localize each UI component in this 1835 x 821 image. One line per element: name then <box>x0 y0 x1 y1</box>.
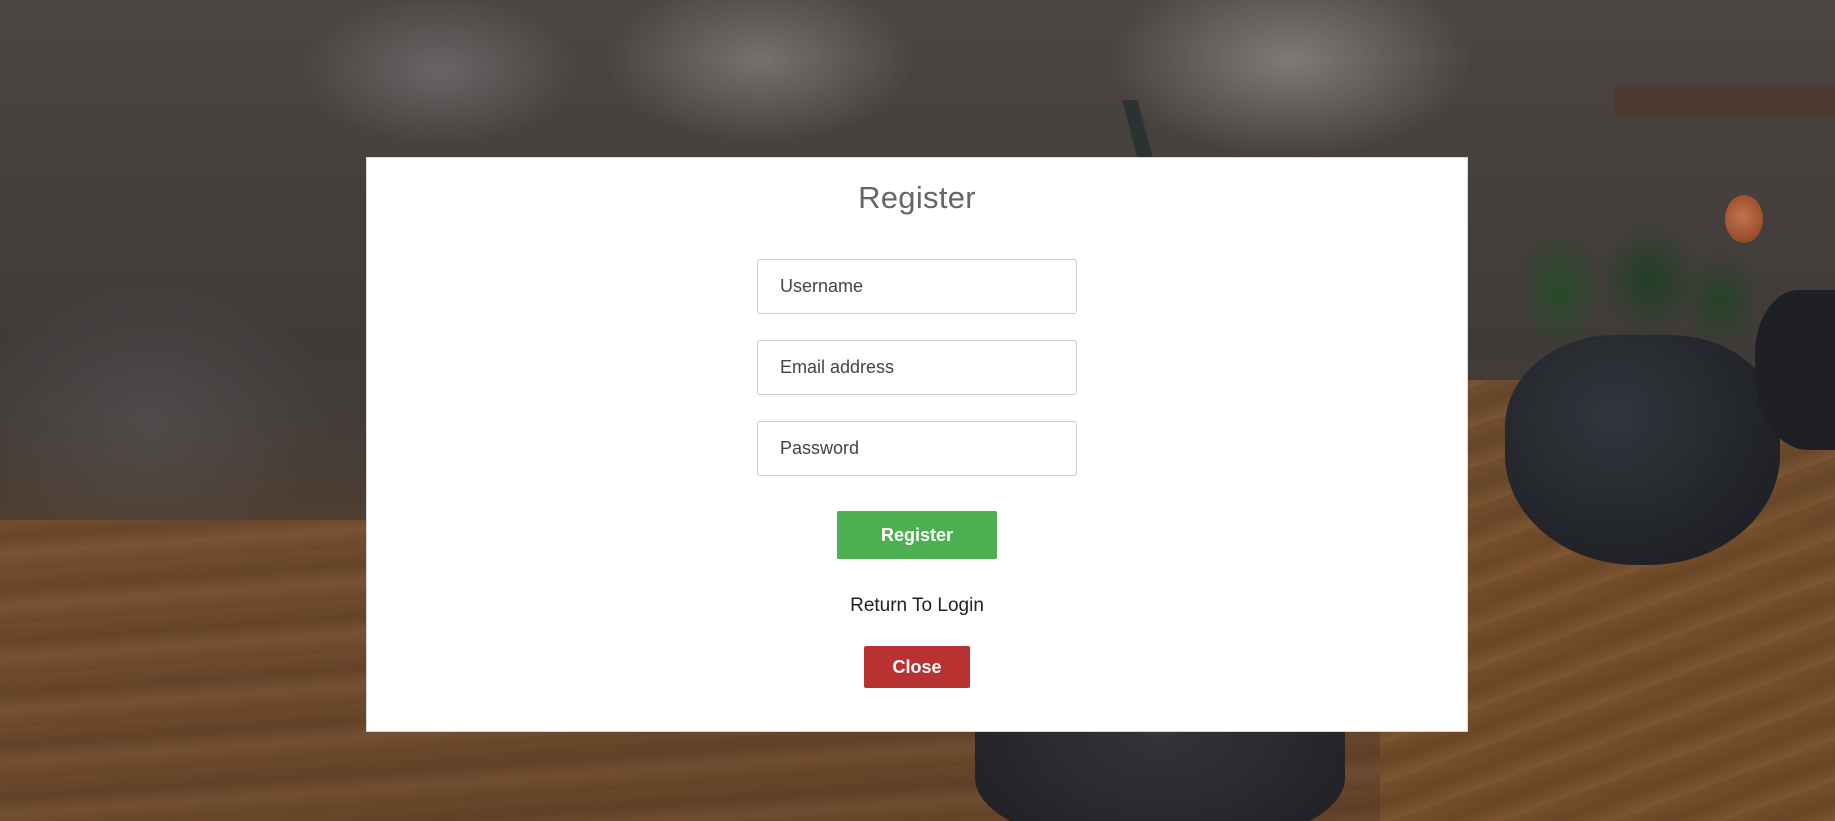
return-to-login-link[interactable]: Return To Login <box>367 595 1467 617</box>
register-modal: Register Register Return To Login Close <box>366 157 1468 732</box>
close-button[interactable]: Close <box>864 646 970 688</box>
password-input[interactable] <box>757 421 1077 476</box>
username-input[interactable] <box>757 259 1077 314</box>
email-input[interactable] <box>757 340 1077 395</box>
register-button[interactable]: Register <box>837 511 997 559</box>
modal-title: Register <box>858 180 976 215</box>
